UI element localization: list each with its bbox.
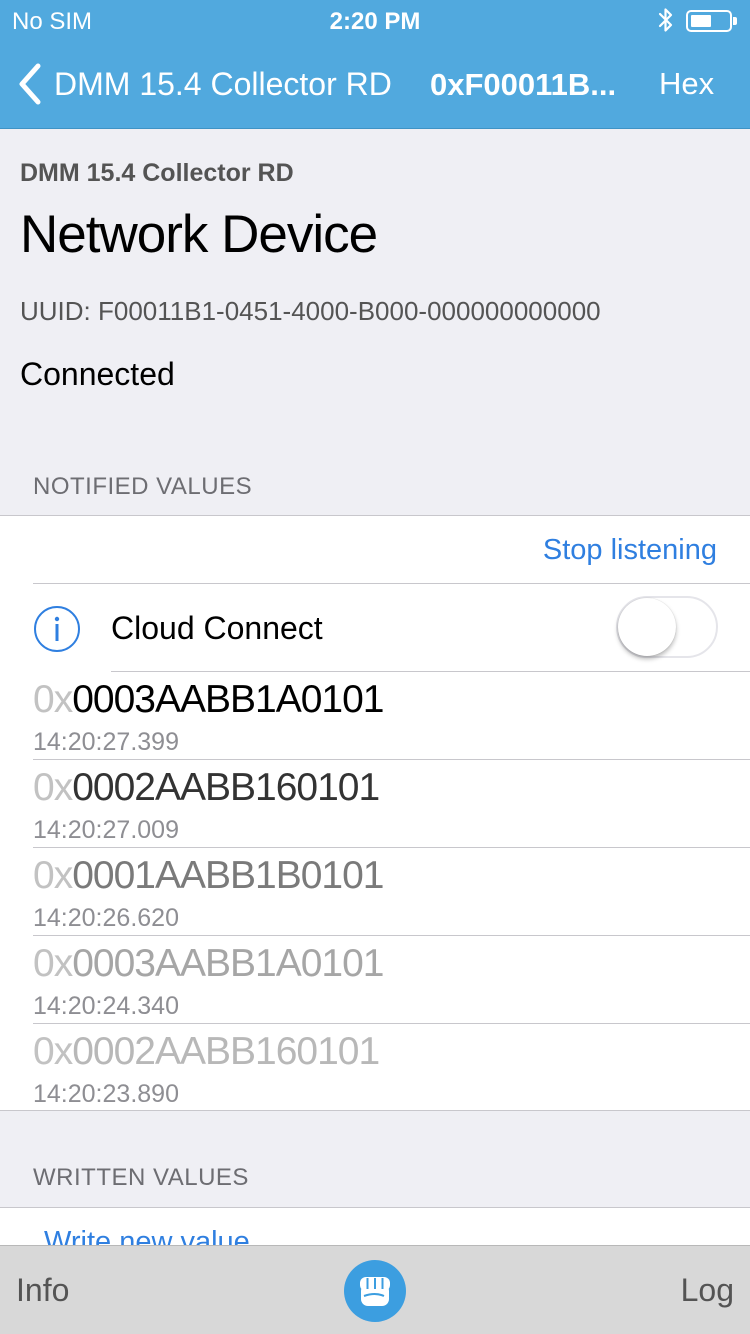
hex-digits: 0003AABB1A0101 [72, 678, 384, 721]
written-values-header: WRITTEN VALUES [33, 1164, 249, 1191]
hex-prefix: 0x [33, 1030, 73, 1073]
hex-format-button[interactable]: Hex [659, 66, 714, 102]
toggle-knob [618, 598, 676, 656]
battery-icon [686, 10, 737, 32]
info-icon[interactable] [33, 605, 81, 653]
notified-value-row: 0x0003AABB1A0101 14:20:24.340 [33, 936, 750, 1024]
notified-value-row: 0x0002AABB160101 14:20:27.009 [33, 760, 750, 848]
notified-value-row: 0x0002AABB160101 14:20:23.890 [33, 1024, 750, 1112]
back-button[interactable]: DMM 15.4 Collector RD [14, 60, 392, 108]
clock: 2:20 PM [329, 8, 421, 35]
timestamp: 14:20:27.399 [33, 728, 179, 756]
info-tab[interactable]: Info [16, 1272, 69, 1309]
hex-prefix: 0x [33, 678, 73, 721]
characteristic-title: Network Device [20, 205, 378, 264]
hex-prefix: 0x [33, 942, 73, 985]
nav-title: 0xF00011B... [430, 67, 617, 102]
timestamp: 14:20:23.890 [33, 1080, 179, 1108]
fist-icon [360, 1277, 390, 1306]
log-tab[interactable]: Log [681, 1272, 734, 1309]
back-label: DMM 15.4 Collector RD [54, 65, 392, 102]
service-name: DMM 15.4 Collector RD [20, 159, 294, 187]
tab-bar: Info Log [0, 1245, 750, 1334]
hex-digits: 0002AABB160101 [72, 1030, 380, 1073]
notified-values-header: NOTIFIED VALUES [33, 473, 253, 500]
notified-values-card: Stop listening Cloud Connect 0x0003AABB1… [0, 515, 750, 1111]
cloud-connect-label: Cloud Connect [111, 610, 323, 646]
hex-digits: 0003AABB1A0101 [72, 942, 384, 985]
notified-value-row: 0x0001AABB1B0101 14:20:26.620 [33, 848, 750, 936]
timestamp: 14:20:27.009 [33, 816, 179, 844]
hex-value: 0x0002AABB160101 [33, 1030, 380, 1074]
hex-prefix: 0x [33, 854, 73, 897]
chevron-left-icon [19, 63, 41, 105]
divider [33, 583, 750, 584]
hex-value: 0x0002AABB160101 [33, 766, 380, 810]
fist-logo-button[interactable] [344, 1260, 406, 1322]
hex-value: 0x0003AABB1A0101 [33, 678, 384, 722]
hex-prefix: 0x [33, 766, 73, 809]
stop-listening-button[interactable]: Stop listening [543, 534, 717, 567]
timestamp: 14:20:24.340 [33, 992, 179, 1020]
timestamp: 14:20:26.620 [33, 904, 179, 932]
hex-digits: 0001AABB1B0101 [72, 854, 384, 897]
hex-value: 0x0003AABB1A0101 [33, 942, 384, 986]
hex-value: 0x0001AABB1B0101 [33, 854, 384, 898]
navigation-bar: DMM 15.4 Collector RD 0xF00011B... Hex [0, 40, 750, 129]
bluetooth-icon [658, 8, 673, 32]
cloud-connect-toggle[interactable] [616, 596, 718, 658]
connection-status: Connected [20, 356, 175, 392]
notified-value-row: 0x0003AABB1A0101 14:20:27.399 [33, 672, 750, 760]
status-bar: No SIM 2:20 PM [0, 0, 750, 40]
hex-digits: 0002AABB160101 [72, 766, 380, 809]
uuid-label: UUID: F00011B1-0451-4000-B000-0000000000… [20, 296, 601, 326]
